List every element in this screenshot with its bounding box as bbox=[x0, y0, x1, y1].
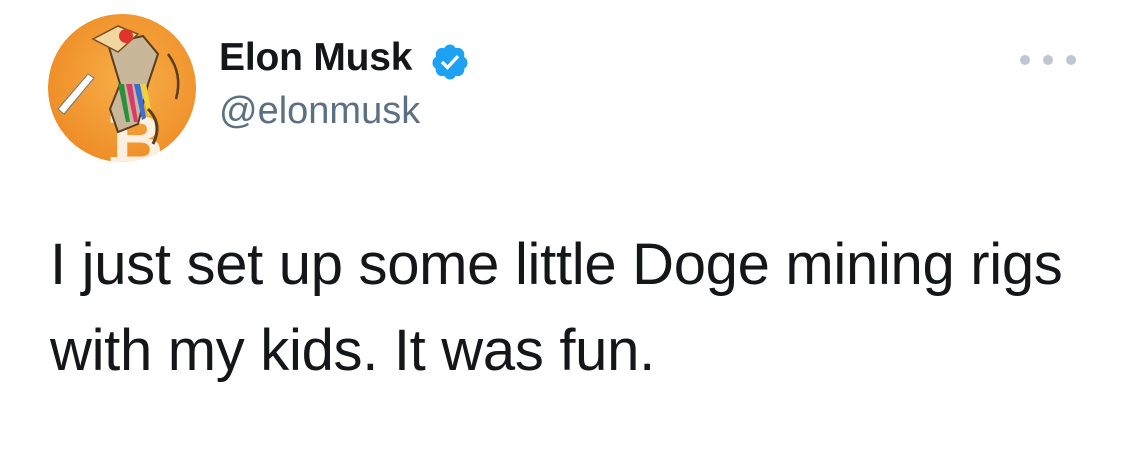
author-handle[interactable]: @elonmusk bbox=[219, 90, 420, 133]
tweet-card: ₿ Elon Musk @elonmusk I just set up some… bbox=[0, 0, 1125, 461]
avatar[interactable]: ₿ bbox=[48, 14, 196, 162]
doge-avatar-icon: ₿ bbox=[48, 14, 196, 162]
more-options-icon bbox=[1066, 55, 1076, 65]
more-options-button[interactable] bbox=[1020, 45, 1076, 75]
more-options-icon bbox=[1020, 55, 1030, 65]
verified-badge-icon bbox=[430, 42, 470, 82]
tweet-text: I just set up some little Doge mining ri… bbox=[50, 232, 1063, 383]
author-name[interactable]: Elon Musk bbox=[219, 36, 412, 80]
more-options-icon bbox=[1043, 55, 1053, 65]
